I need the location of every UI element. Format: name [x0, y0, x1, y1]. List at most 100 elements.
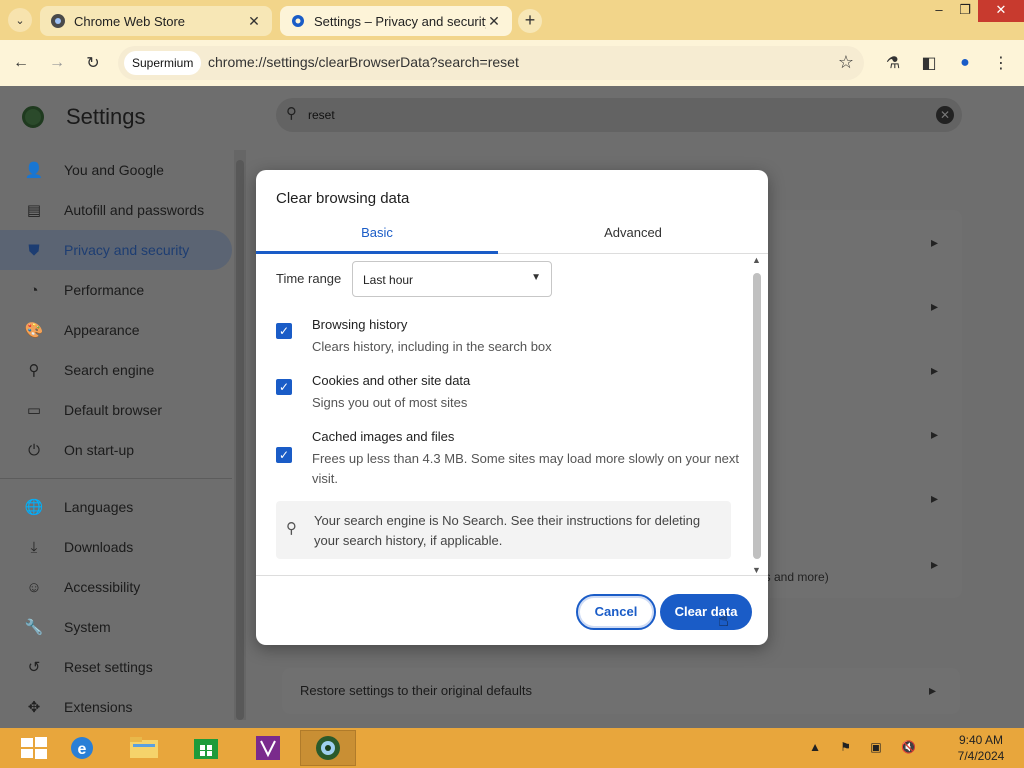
time-range-select[interactable]: Last hour ▼ [352, 261, 552, 297]
search-icon: ⚲ [286, 105, 297, 122]
sidebar-item-appearance[interactable]: 🎨 Appearance [0, 310, 232, 350]
sidebar-item-system[interactable]: 🔧 System [0, 607, 232, 647]
nav-scrollbar[interactable] [234, 150, 246, 720]
sidebar-item-label: Languages [64, 499, 134, 515]
clear-browsing-data-dialog: Clear browsing data Basic Advanced Time … [256, 170, 768, 645]
taskbar-onenote[interactable] [240, 730, 296, 766]
chevron-right-icon[interactable]: ▸ [931, 426, 938, 443]
sidebar-item-label: System [64, 619, 111, 635]
sidebar-item-search-engine[interactable]: ⚲ Search engine [0, 350, 232, 390]
sidebar-item-label: Performance [64, 282, 145, 298]
sidebar-item-label: Accessibility [64, 579, 141, 595]
windows-logo-icon [21, 737, 47, 759]
palette-icon: 🎨 [24, 322, 44, 339]
restore-button[interactable]: ❐ [950, 0, 980, 22]
cancel-button[interactable]: Cancel [576, 594, 656, 630]
sidebar-item-default-browser[interactable]: ▭ Default browser [0, 390, 232, 430]
chevron-right-icon[interactable]: ▸ [931, 234, 938, 251]
info-text: Your search engine is No Search. See the… [314, 513, 701, 548]
taskbar-supermium[interactable] [300, 730, 356, 766]
side-panel-icon[interactable]: ◧ [916, 50, 942, 76]
labs-flask-icon[interactable]: ⚗ [880, 50, 906, 76]
scroll-up-icon[interactable]: ▲ [752, 255, 761, 265]
sidebar-item-label: Downloads [64, 539, 134, 555]
chevron-right-icon[interactable]: ▸ [931, 490, 938, 507]
option-title: Cached images and files [312, 429, 455, 444]
settings-nav: 👤 You and Google ▤ Autofill and passwords … [0, 150, 232, 727]
dialog-body: Time range Last hour ▼ ✓ Browsing histor… [256, 255, 768, 575]
nav-scrollbar-thumb[interactable] [236, 160, 244, 720]
taskbar-file-explorer[interactable] [116, 730, 172, 766]
url-text[interactable]: chrome://settings/clearBrowserData?searc… [208, 54, 519, 70]
chevron-right-icon[interactable]: ▸ [931, 298, 938, 315]
checkbox-browsing-history[interactable]: ✓ [276, 323, 292, 339]
web-store-favicon-icon [50, 13, 66, 29]
bookmark-star-icon[interactable]: ☆ [838, 52, 854, 73]
option-title: Cookies and other site data [312, 373, 471, 388]
supermium-browser-icon [316, 736, 340, 760]
option-description: Clears history, including in the search … [312, 339, 552, 354]
sidebar-item-privacy[interactable]: ⛊ Privacy and security [0, 230, 232, 270]
dialog-scrollbar[interactable]: ▲ ▼ [750, 255, 764, 575]
tab-search-button[interactable]: ⌄ [8, 8, 32, 32]
search-value: reset [308, 108, 335, 122]
power-icon: ⏻ [28, 441, 40, 459]
clock-date: 7/4/2024 [957, 749, 1005, 763]
restore-defaults-row[interactable]: Restore settings to their original defau… [282, 668, 960, 714]
new-tab-button[interactable]: + [518, 9, 542, 33]
chevron-right-icon[interactable]: ▸ [931, 362, 938, 379]
sidebar-item-reset-settings[interactable]: ↺ Reset settings [0, 647, 232, 687]
tab-chrome-web-store[interactable]: Chrome Web Store ✕ [40, 6, 272, 36]
sidebar-item-on-startup[interactable]: ⏻ On start-up [0, 430, 232, 470]
reset-icon: ↺ [27, 659, 41, 676]
sidebar-item-languages[interactable]: 🌐 Languages [0, 487, 232, 527]
clock[interactable]: 9:40 AM 7/4/2024 [948, 732, 1014, 764]
hand-cursor-icon: ☝ [718, 610, 729, 630]
nav-divider [0, 478, 232, 479]
browser-toolbar: ← → ↻ Supermium chrome://settings/clearB… [0, 40, 1024, 86]
scroll-down-icon[interactable]: ▼ [752, 565, 761, 575]
profile-icon[interactable]: ● [952, 50, 978, 76]
chevron-right-icon[interactable]: ▸ [931, 556, 938, 573]
person-icon: 👤 [24, 162, 44, 179]
menu-kebab-icon[interactable]: ⋮ [988, 50, 1014, 76]
sidebar-item-extensions[interactable]: ✥ Extensions [0, 687, 232, 727]
puzzle-icon: ✥ [27, 699, 41, 716]
close-tab-icon[interactable]: ✕ [246, 13, 262, 30]
forward-icon[interactable]: → [44, 50, 70, 76]
settings-logo-icon [22, 106, 44, 128]
settings-search-input[interactable]: ⚲ reset ✕ [276, 98, 962, 132]
sidebar-item-accessibility[interactable]: ☺ Accessibility [0, 567, 232, 607]
gear-icon [290, 13, 306, 29]
address-bar[interactable]: Supermium chrome://settings/clearBrowser… [118, 46, 864, 80]
taskbar-internet-explorer[interactable]: e [54, 730, 110, 766]
shield-icon: ⛊ [28, 241, 40, 259]
sidebar-item-autofill[interactable]: ▤ Autofill and passwords [0, 190, 232, 230]
reload-icon[interactable]: ↻ [80, 50, 106, 76]
system-tray[interactable]: ▲ ⚑ ▣ 🔇 [809, 740, 924, 754]
sidebar-item-you-and-google[interactable]: 👤 You and Google [0, 150, 232, 190]
search-icon: ⚲ [286, 520, 297, 537]
tab-advanced[interactable]: Advanced [512, 218, 754, 254]
sidebar-item-downloads[interactable]: ⤓ Downloads [0, 527, 232, 567]
taskbar-store[interactable] [178, 730, 234, 766]
sidebar-item-label: Search engine [64, 362, 155, 378]
tab-settings[interactable]: Settings – Privacy and security ✕ [280, 6, 512, 36]
dialog-tabs: Basic Advanced [256, 218, 768, 254]
checkbox-cookies[interactable]: ✓ [276, 379, 292, 395]
checkbox-cached-images[interactable]: ✓ [276, 447, 292, 463]
clear-data-button[interactable]: Clear data [660, 594, 752, 630]
sidebar-item-label: Extensions [64, 699, 133, 715]
close-window-button[interactable]: ✕ [978, 0, 1024, 22]
dialog-scrollbar-thumb[interactable] [753, 273, 761, 559]
tab-basic[interactable]: Basic [256, 218, 498, 254]
sidebar-item-performance[interactable]: ◔ Performance [0, 270, 232, 310]
folder-icon [130, 737, 158, 758]
site-chip[interactable]: Supermium [124, 51, 202, 75]
clock-time: 9:40 AM [958, 733, 1004, 747]
sidebar-item-label: Autofill and passwords [64, 202, 205, 218]
clear-search-icon[interactable]: ✕ [936, 106, 954, 124]
close-tab-icon[interactable]: ✕ [486, 13, 502, 30]
search-engine-info-box: ⚲ Your search engine is No Search. See t… [276, 501, 731, 559]
back-icon[interactable]: ← [8, 50, 34, 76]
